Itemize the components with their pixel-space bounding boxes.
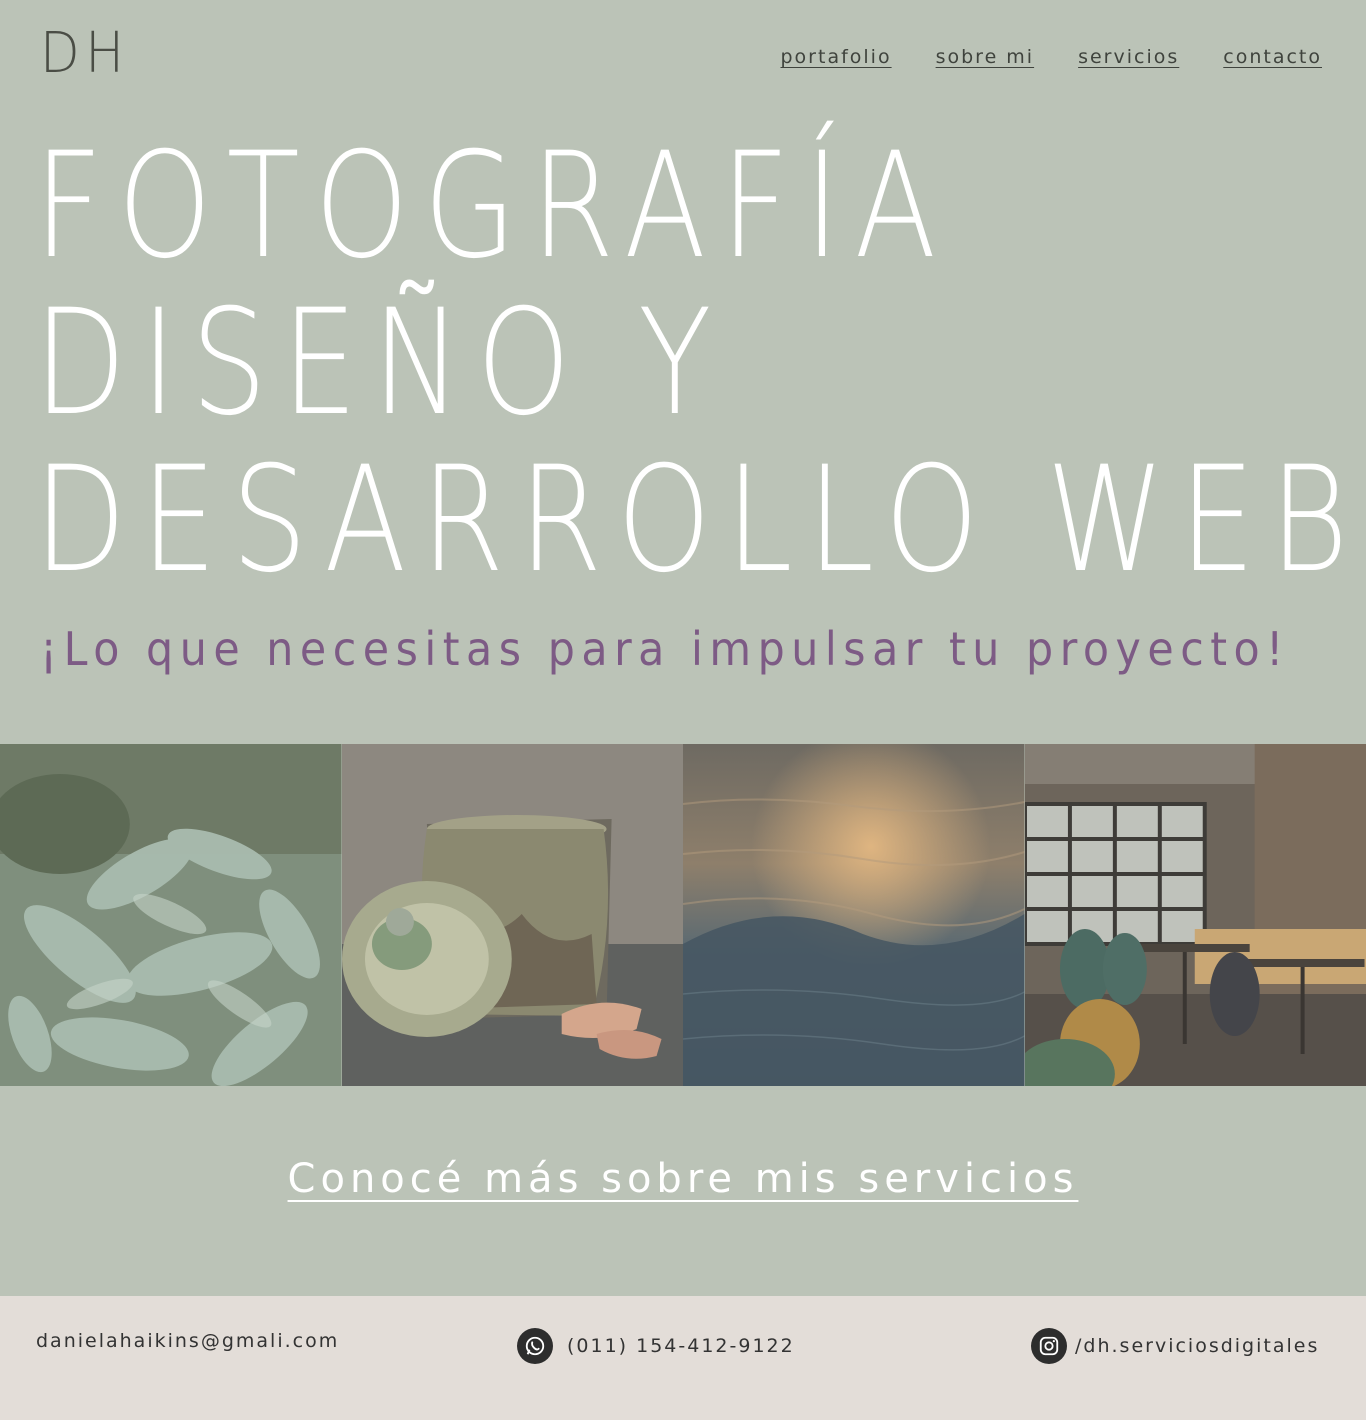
instagram-handle: /dh.serviciosdigitales [1075,1335,1320,1357]
tagline: ¡Lo que necesitas para impulsar tu proye… [40,622,1290,676]
phone-number: (011) 154-412-9122 [567,1335,795,1357]
whatsapp-icon[interactable] [517,1328,553,1364]
footer: danielahaikins@gmali.com (011) 154-412-9… [0,1296,1366,1420]
cta-section: Conocé más sobre mis servicios [0,1156,1366,1202]
sea-sunset-photo [683,744,1025,1086]
hero-line-1: FOTOGRAFÍA [34,121,952,291]
footer-phone[interactable]: (011) 154-412-9122 [517,1328,795,1364]
nav-contacto[interactable]: contacto [1223,46,1322,68]
leaves-photo [0,744,342,1086]
footer-email[interactable]: danielahaikins@gmali.com [36,1330,339,1352]
hero-line-3: DESARROLLO WEB [34,435,1364,605]
logo[interactable]: DH [40,26,129,82]
hero-line-2: DISEÑO Y [34,278,727,448]
nav-servicios[interactable]: servicios [1078,46,1179,68]
ceramic-jar-photo [341,744,683,1086]
hero-heading: FOTOGRAFÍA DISEÑO Y DESARROLLO WEB [34,128,1366,599]
services-link[interactable]: Conocé más sobre mis servicios [288,1156,1079,1202]
nav-portafolio[interactable]: portafolio [781,46,892,68]
footer-instagram[interactable]: /dh.serviciosdigitales [1031,1328,1319,1364]
photo-gallery [0,744,1366,1086]
main-nav: portafolio sobre mi servicios contacto [781,46,1323,68]
nav-sobre-mi[interactable]: sobre mi [936,46,1035,68]
instagram-icon[interactable] [1031,1328,1067,1364]
restaurant-interior-photo [1024,744,1366,1086]
